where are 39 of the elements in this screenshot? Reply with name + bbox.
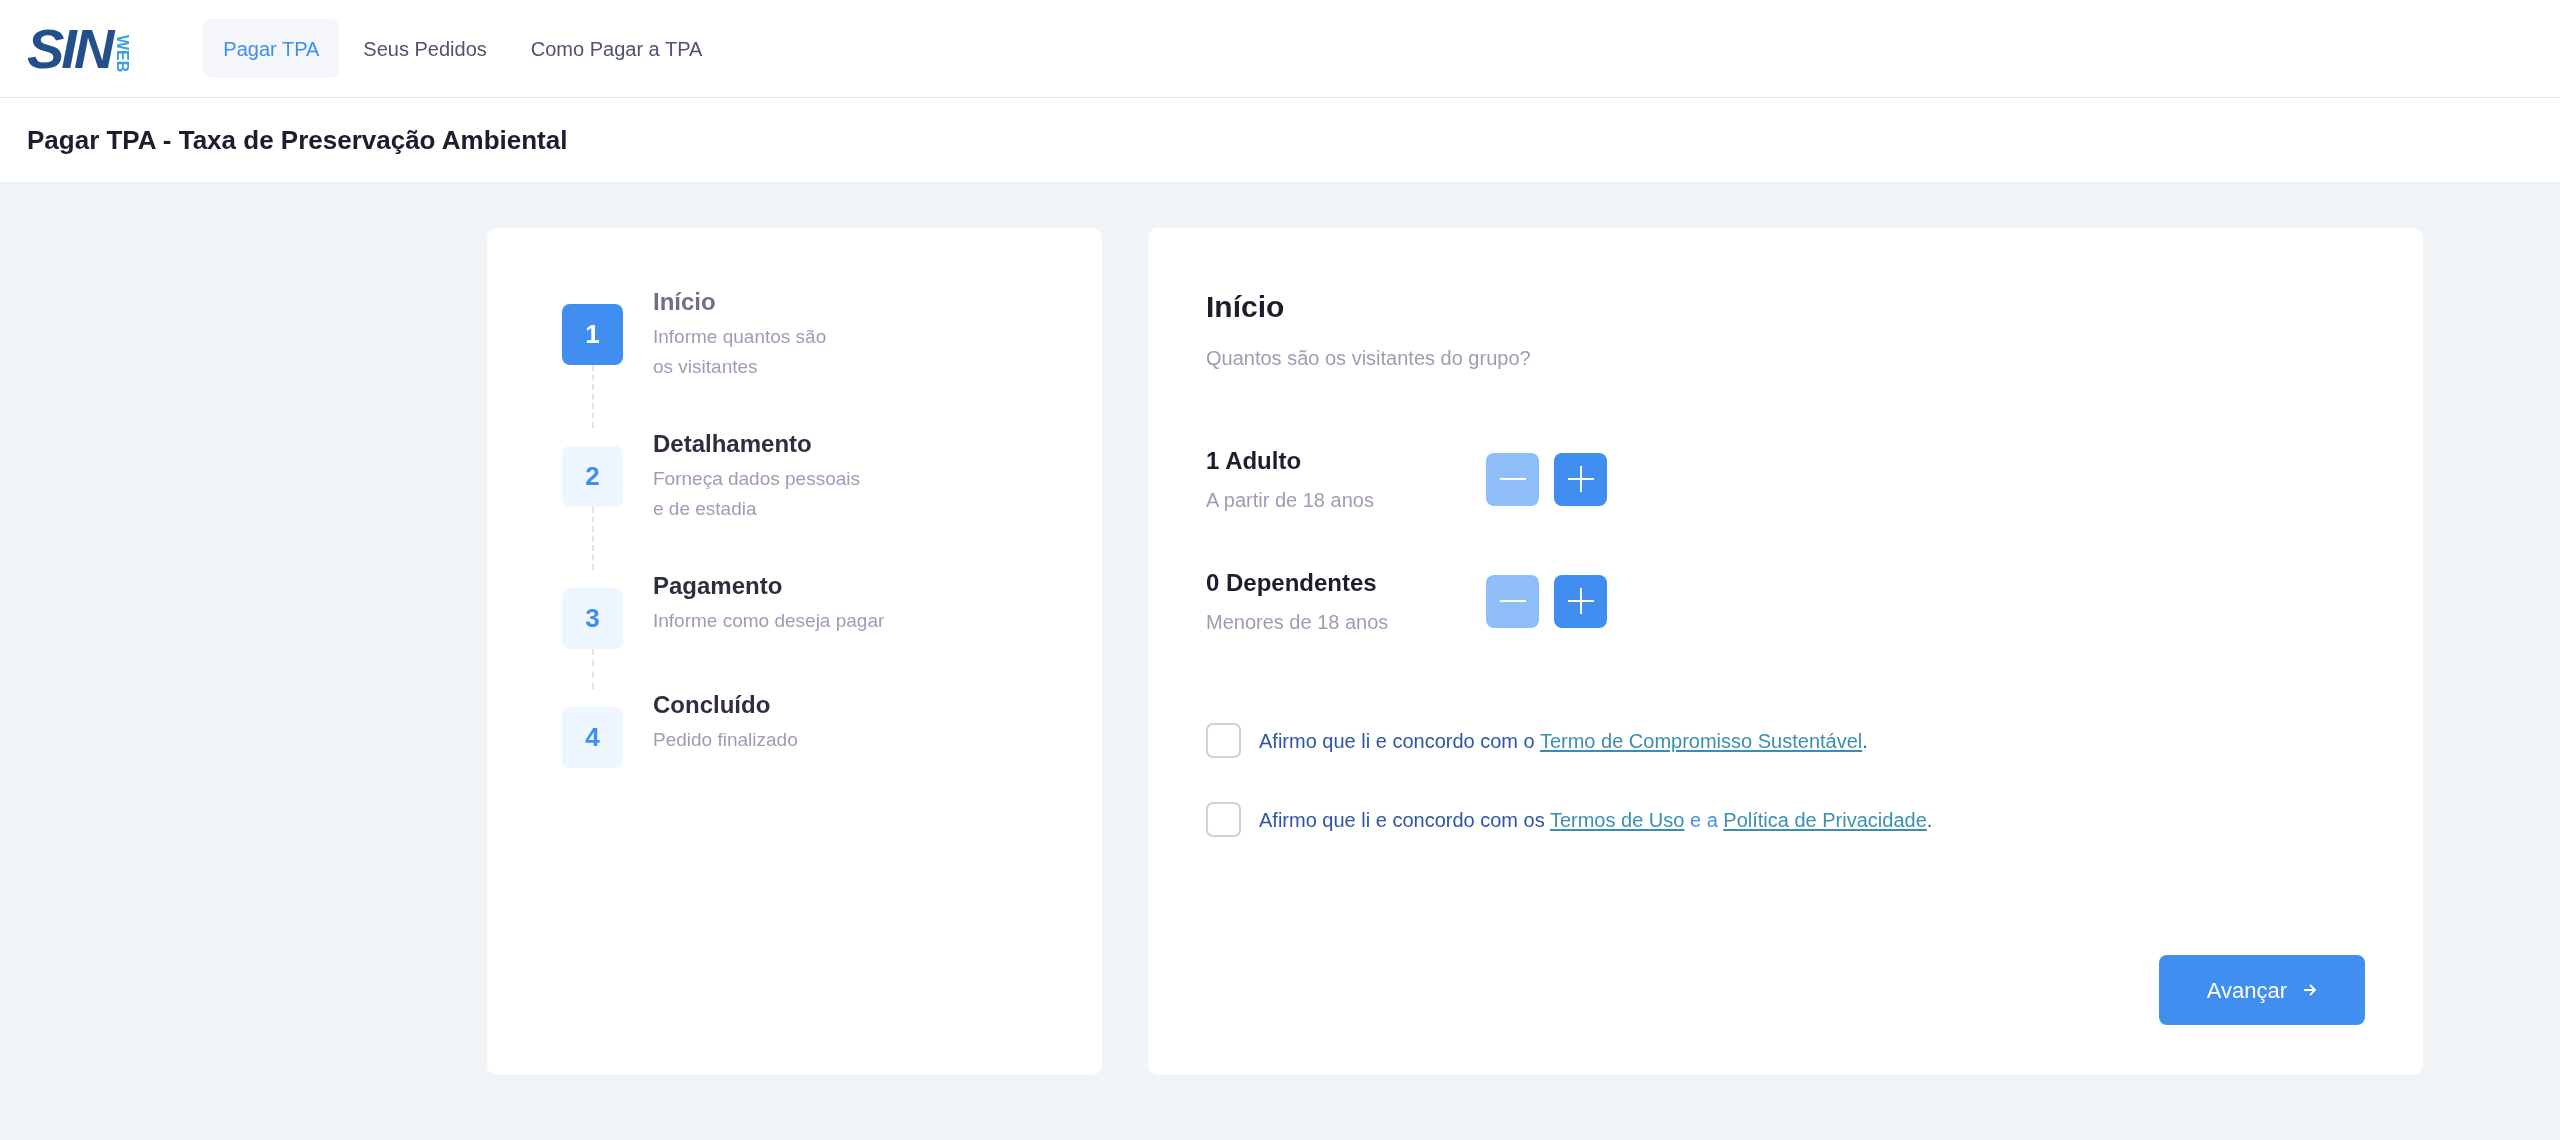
- agreement-text: Afirmo que li e concordo com o Termo de Compromisso Sustentável.: [1259, 728, 1868, 754]
- increment-button[interactable]: [1554, 574, 1607, 628]
- agreement-link[interactable]: Política de Privacidade: [1723, 808, 1927, 831]
- counter-hint: A partir de 18 anos: [1206, 488, 1375, 513]
- checkbox[interactable]: [1206, 723, 1241, 758]
- form-subtitle: Quantos são os visitantes do grupo?: [1206, 346, 1532, 371]
- logo-text: SIN: [27, 24, 112, 73]
- checkbox[interactable]: [1206, 802, 1241, 837]
- step-number: 4: [562, 707, 623, 768]
- agreement-link[interactable]: Termo de Compromisso Sustentável: [1539, 729, 1863, 752]
- nav-tab[interactable]: Seus Pedidos: [343, 19, 507, 78]
- counter-label: 1 Adulto: [1206, 446, 1303, 476]
- step-description: Informe quantos são os visitantes: [653, 325, 827, 379]
- step-number: 2: [562, 446, 623, 507]
- page-title: Pagar TPA - Taxa de Preservação Ambiental: [27, 123, 568, 157]
- increment-button[interactable]: [1554, 452, 1607, 506]
- form-title: Início: [1206, 289, 1286, 325]
- step-title: Detalhamento: [653, 429, 813, 459]
- nav-tab[interactable]: Pagar TPA: [203, 19, 340, 78]
- agreement-text: Afirmo que li e concordo com os Termos de Uso e a Política de Privacidade.: [1259, 807, 1933, 833]
- step-description: Pedido finalizado: [653, 728, 798, 752]
- step-number: 1: [562, 304, 623, 365]
- minus-icon: [1499, 600, 1526, 602]
- step-title: Pagamento: [653, 571, 784, 601]
- arrow-right-icon: [2303, 983, 2318, 997]
- agreement-link[interactable]: Termos de Uso: [1549, 808, 1685, 831]
- nav-tab[interactable]: Como Pagar a TPA: [510, 19, 723, 78]
- step-title: Início: [653, 287, 717, 317]
- step-description: Forneça dados pessoais e de estadia: [653, 467, 860, 521]
- logo-side-text: WEB: [113, 35, 132, 73]
- counter-label: 0 Dependentes: [1206, 568, 1378, 598]
- plus-icon: [1567, 588, 1594, 614]
- step-number: 3: [562, 588, 623, 649]
- step-description: Informe como deseja pagar: [653, 609, 885, 633]
- advance-button[interactable]: Avançar: [2159, 955, 2365, 1025]
- step-title: Concluído: [653, 690, 772, 720]
- counter-hint: Menores de 18 anos: [1206, 610, 1390, 635]
- plus-icon: [1567, 466, 1594, 492]
- minus-icon: [1499, 478, 1526, 480]
